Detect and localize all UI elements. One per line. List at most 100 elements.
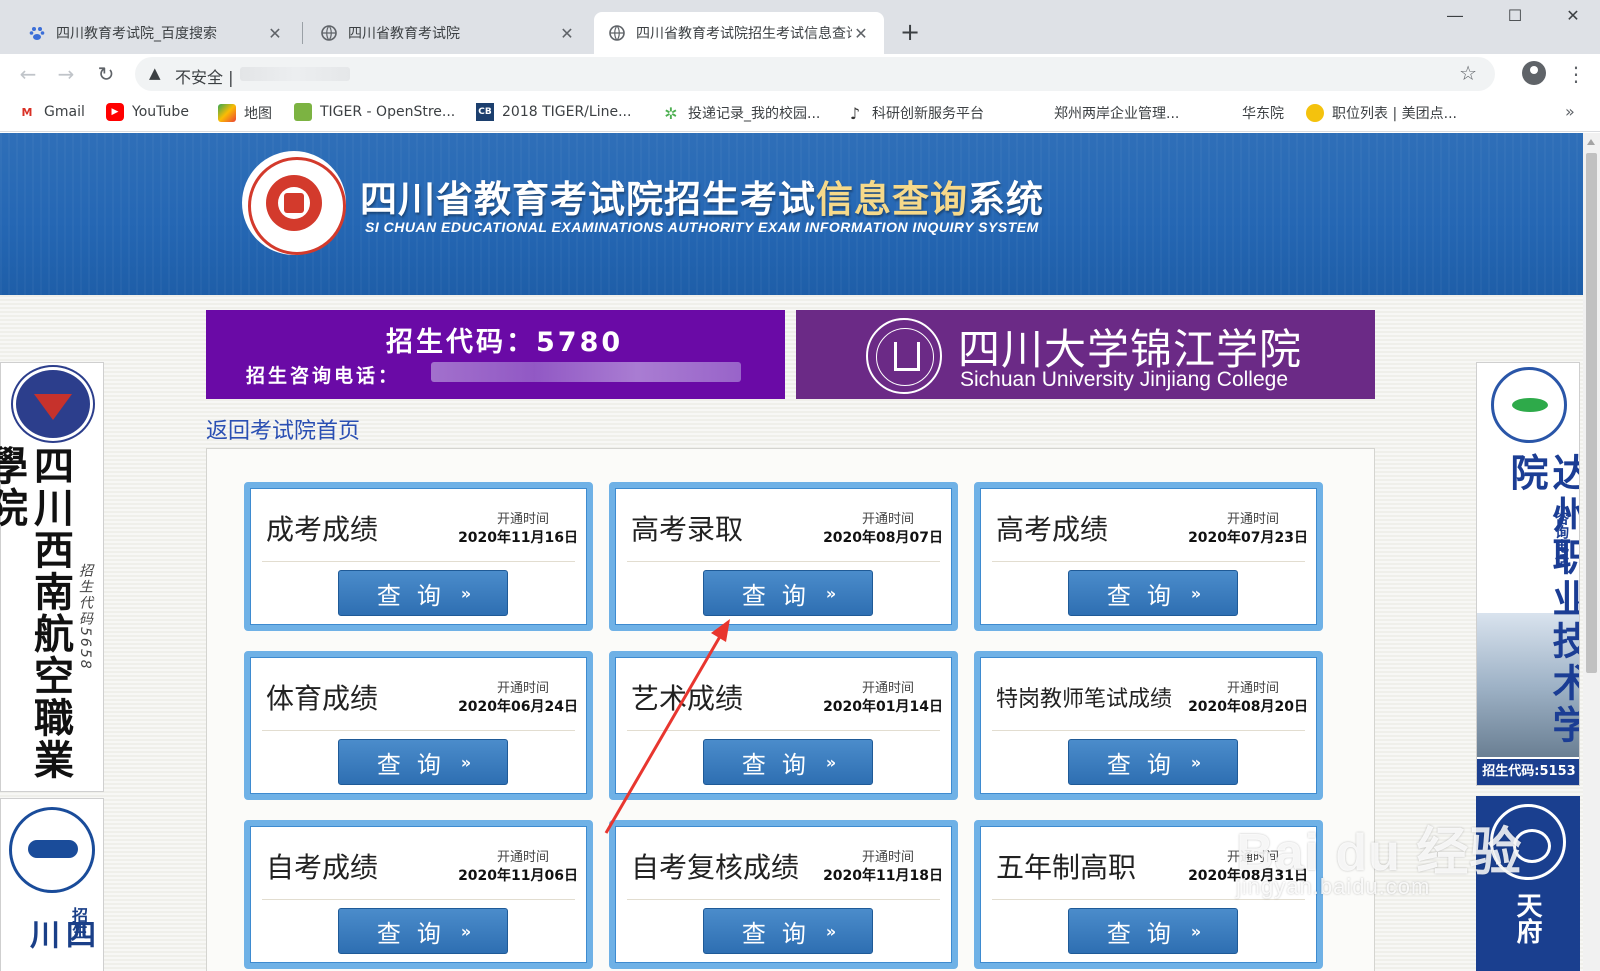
query-button[interactable]: 查询» [338, 908, 508, 954]
open-time-label: 开通时间 [861, 681, 914, 696]
browser-toolbar: ← → ↻ ▲ 不安全 | ☆ ⋮ [0, 54, 1600, 94]
card-title: 高考成绩 [996, 513, 1109, 546]
new-tab-button[interactable]: + [900, 18, 920, 46]
tab-exam-authority[interactable]: 四川省教育考试院 ✕ [306, 12, 590, 54]
bookmark-tiger[interactable]: TIGER - OpenStre... [294, 103, 455, 121]
exam-authority-seal-icon [242, 151, 346, 255]
bookmark-meituan[interactable]: 职位列表 | 美团点... [1306, 103, 1457, 123]
music-note-icon: ♪ [849, 103, 861, 123]
tab-baidu-search[interactable]: 四川教育考试院_百度搜索 ✕ [14, 12, 298, 54]
card-divider [627, 561, 940, 562]
tab-title: 四川教育考试院_百度搜索 [56, 26, 217, 42]
back-arrow-icon[interactable]: ← [16, 62, 40, 86]
query-button[interactable]: 查询» [703, 908, 873, 954]
card-divider [262, 899, 575, 900]
close-icon[interactable]: ✕ [852, 24, 870, 43]
query-button[interactable]: 查询» [1068, 570, 1238, 616]
maximize-icon[interactable]: ☐ [1492, 6, 1538, 25]
meituan-icon [1306, 104, 1324, 122]
bookmark-gmail[interactable]: M Gmail [18, 103, 85, 121]
side-ad-dazhou-college[interactable]: 达州职业技术学院 咨询电话 招生代码:5153 [1476, 362, 1580, 786]
query-button[interactable]: 查询» [703, 739, 873, 785]
page-scrollbar[interactable] [1583, 133, 1600, 971]
open-time-date: 2020年08月07日 [823, 530, 943, 546]
query-button[interactable]: 查询» [1068, 908, 1238, 954]
scroll-up-arrow-icon[interactable] [1587, 139, 1595, 145]
query-button-label: 查询 [741, 581, 822, 610]
menu-kebab-icon[interactable]: ⋮ [1566, 62, 1586, 86]
cb-icon: CB [476, 103, 494, 121]
card-divider [627, 899, 940, 900]
bookmark-research[interactable]: ♪ 科研创新服务平台 [846, 103, 984, 123]
open-time-label: 开通时间 [496, 512, 549, 527]
reload-icon[interactable]: ↻ [94, 62, 118, 86]
minimize-icon[interactable]: ― [1432, 6, 1478, 25]
open-time-date: 2020年08月20日 [1188, 699, 1308, 715]
query-card: 艺术成绩 开通时间 2020年01月14日查询» [609, 651, 958, 800]
bookmark-tiger-line[interactable]: CB 2018 TIGER/Line... [476, 103, 631, 121]
ad-banner-admission-code[interactable]: 招生代码：5780 招生咨询电话： [206, 310, 785, 399]
query-card: 自考成绩 开通时间 2020年11月06日 查询» [244, 820, 593, 969]
card-title: 成考成绩 [266, 513, 379, 546]
side-ad-sub: 咨询电话 [1553, 511, 1569, 567]
side-ad-railway-college[interactable]: 四川 招生 [0, 798, 104, 971]
query-button-label: 查询 [741, 750, 822, 779]
card-divider [262, 730, 575, 731]
card-title: 五年制高职 [996, 851, 1137, 884]
tab-title: 四川省教育考试院 [348, 26, 460, 42]
card-title: 自考复核成绩 [631, 851, 800, 884]
query-button[interactable]: 查询» [338, 739, 508, 785]
query-button[interactable]: 查询» [703, 570, 873, 616]
card-title: 艺术成绩 [631, 682, 744, 715]
bookmark-maps[interactable]: 地图 [218, 103, 272, 123]
globe-icon [608, 24, 626, 42]
maps-icon [218, 104, 236, 122]
card-title: 特岗教师笔试成绩 [996, 687, 1173, 712]
ad-banner-jinjiang-college[interactable]: 四川大学锦江学院 Sichuan University Jinjiang Col… [796, 310, 1375, 399]
card-divider [992, 730, 1305, 731]
side-ad-name: 四川西南航空職業學院 [0, 445, 73, 781]
open-time-label: 开通时间 [861, 512, 914, 527]
bookmark-star-icon[interactable]: ☆ [1459, 61, 1477, 85]
url-redacted [240, 67, 350, 81]
back-to-homepage-link[interactable]: 返回考试院首页 [206, 413, 360, 445]
query-button-label: 查询 [376, 581, 457, 610]
tab-strip: 四川教育考试院_百度搜索 ✕ 四川省教育考试院 ✕ 四川省教育考试院招生考试信息… [0, 0, 1600, 54]
open-time-label: 开通时间 [1226, 512, 1279, 527]
ad-admission-code: 招生代码：5780 [386, 327, 624, 358]
card-title: 体育成绩 [266, 682, 379, 715]
query-button[interactable]: 查询» [1068, 739, 1238, 785]
bookmark-youtube[interactable]: ▶ YouTube [106, 103, 189, 121]
side-ad-name: 天府 [1512, 892, 1542, 944]
site-subtitle: SI CHUAN EDUCATIONAL EXAMINATIONS AUTHOR… [365, 219, 1039, 235]
bookmark-huadong[interactable]: 华东院 [1242, 103, 1284, 123]
card-divider [992, 561, 1305, 562]
tab-query-system[interactable]: 四川省教育考试院招生考试信息查询系统 ✕ [594, 12, 884, 54]
bookmark-campus[interactable]: ✲ 投递记录_我的校园... [662, 103, 820, 123]
double-chevron-right-icon: » [460, 752, 471, 772]
more-bookmarks-chevron-icon[interactable]: » [1565, 102, 1575, 121]
baidu-paw-icon [28, 24, 46, 42]
query-button[interactable]: 查询» [338, 570, 508, 616]
ad-phone-label: 招生咨询电话： [246, 365, 401, 387]
open-time-date: 2020年11月16日 [458, 530, 578, 546]
profile-avatar-icon[interactable] [1522, 61, 1546, 85]
open-time-date: 2020年01月14日 [823, 699, 943, 715]
open-time-label: 开通时间 [861, 850, 914, 865]
side-ad-code: 招生代码5658 [77, 563, 93, 671]
bookmarks-bar: M Gmail ▶ YouTube 地图 TIGER - OpenStre... C… [0, 94, 1600, 132]
baidu-jingyan-watermark: Bai du 经验 jingyan.baidu.com [1236, 824, 1523, 899]
card-divider [262, 561, 575, 562]
scroll-thumb[interactable] [1586, 153, 1597, 673]
address-bar[interactable]: ▲ 不安全 | ☆ [135, 57, 1495, 91]
forward-arrow-icon[interactable]: → [54, 62, 78, 86]
close-icon[interactable]: ✕ [266, 24, 284, 43]
side-ad-southwest-aviation[interactable]: 四川西南航空職業學院 招生代码5658 [0, 362, 104, 792]
bookmark-zhengzhou[interactable]: 郑州两岸企业管理... [1054, 103, 1179, 123]
close-icon[interactable]: ✕ [558, 24, 576, 43]
tab-title: 四川省教育考试院招生考试信息查询系统 [636, 26, 852, 42]
double-chevron-right-icon: » [1190, 921, 1201, 941]
open-time-date: 2020年07月23日 [1188, 530, 1308, 546]
card-title: 高考录取 [631, 513, 744, 546]
window-close-icon[interactable]: ✕ [1550, 6, 1596, 25]
